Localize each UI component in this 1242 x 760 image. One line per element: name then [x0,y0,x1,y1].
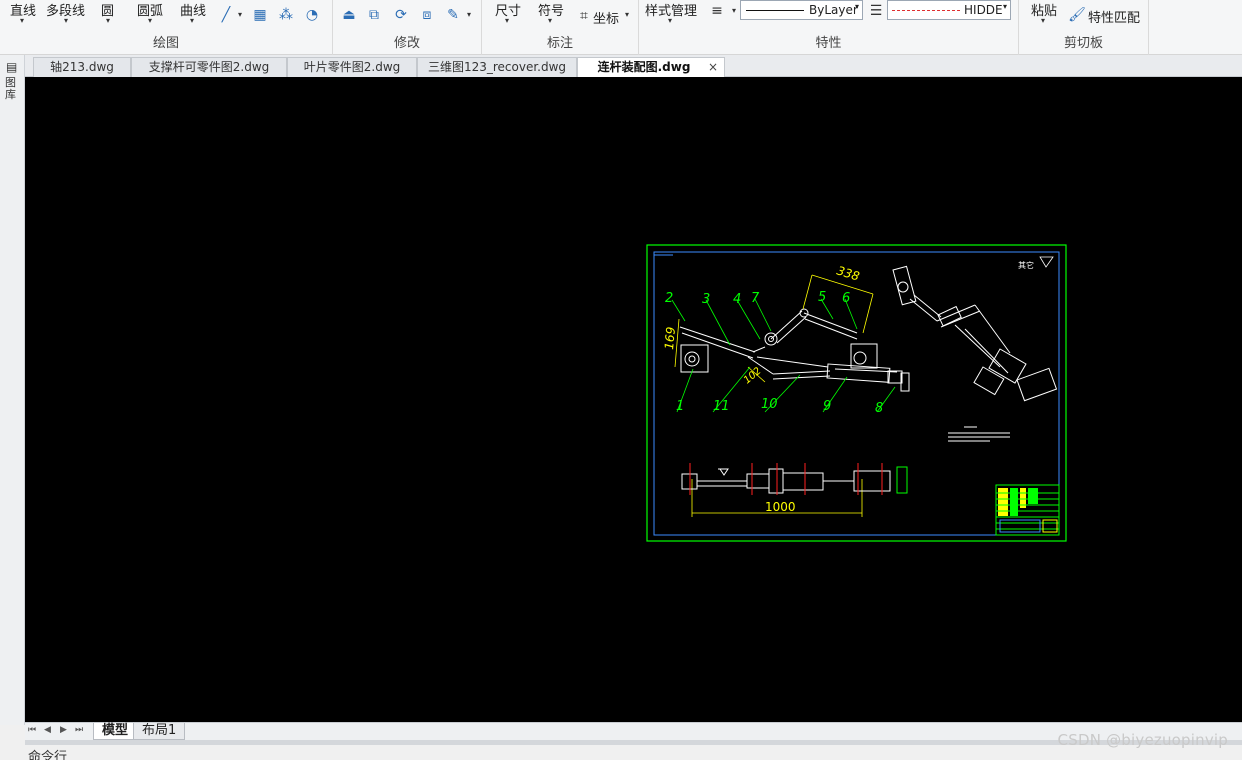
tab-linkage-assembly[interactable]: 连杆装配图.dwg × [577,57,725,78]
properties-panel-title: 特性 [815,36,842,51]
callout-2: 2 [665,291,673,306]
chevron-down-icon[interactable]: ▾ [20,16,24,25]
chevron-down-icon[interactable]: ▾ [190,16,194,25]
tab-3d-recover[interactable]: 三维图123_recover.dwg [417,57,577,77]
array-icon[interactable]: ⧈ [419,7,435,23]
dimension-1000: 1000 [765,500,796,514]
rotate-icon[interactable]: ⟳ [393,7,409,23]
tab-label: 三维图123_recover.dwg [427,60,567,74]
first-layout-icon[interactable]: ⏮ [28,725,36,735]
stretch-icon[interactable]: ⏏ [341,7,357,23]
drawing-canvas[interactable]: 其它 338 169 102 1000 2 3 4 7 5 6 1 11 10 … [25,77,1242,722]
tab-label: 叶片零件图2.dwg [303,60,401,74]
isometric-view [892,265,1058,402]
watermark: CSDN @biyezuopinvip [1057,731,1228,749]
chevron-down-icon[interactable]: ▾ [467,10,471,19]
roughness-symbol [1039,256,1054,268]
match-properties-button[interactable]: 特性匹配 [1088,7,1140,26]
callout-11: 11 [713,399,730,414]
chevron-down-icon[interactable]: ▾ [625,10,629,19]
boundary-icon[interactable]: ◔ [304,7,320,23]
callout-10: 10 [761,397,778,412]
chevron-down-icon[interactable]: ▾ [668,16,672,25]
dimension-338: 338 [835,263,861,283]
callout-4: 4 [733,292,741,307]
linkage-assembly-view [679,308,910,392]
draw-panel: 直线 ▾ 多段线 ▾ 圆 ▾ 圆弧 ▾ 曲线 ▾ ╱ ▾ ▦ ⁂ ◔ 绘图 [0,0,333,55]
technical-notes [948,426,1010,442]
next-layout-icon[interactable]: ▶ [60,725,67,735]
lineweight-select[interactable]: ByLayer ▾ [740,0,863,20]
last-layout-icon[interactable]: ⏭ [75,725,83,735]
lineweight-value: ByLayer [809,3,858,17]
chevron-down-icon[interactable]: ▾ [148,16,152,25]
callout-1: 1 [676,399,684,414]
callout-3: 3 [702,292,710,307]
chevron-down-icon[interactable]: ▾ [505,16,509,25]
modify-panel: ⏏ ⧉ ⟳ ⧈ ✎ ▾ 修改 [333,0,482,55]
library-side-strip[interactable]: ▤ 图库 [0,55,25,725]
chevron-down-icon[interactable]: ▾ [106,16,110,25]
hatch-icon[interactable]: ▦ [252,7,268,23]
close-tab-icon[interactable]: × [708,58,718,76]
title-block [995,484,1060,536]
tab-label: 连杆装配图.dwg [597,60,691,74]
copy-icon[interactable]: ⧉ [366,7,382,23]
chevron-down-icon[interactable]: ▾ [64,16,68,25]
clipboard-panel-title: 剪切板 [1063,36,1103,51]
callout-7: 7 [751,291,760,306]
edit-icon[interactable]: ✎ [445,7,461,23]
draw-panel-title: 绘图 [152,36,179,51]
properties-panel: 样式管理 ▾ ≡ ▾ ByLayer ▾ ☰ HIDDE ▾ 特性 [639,0,1019,55]
chevron-down-icon: ▾ [1002,2,1007,11]
library-icon[interactable]: ▤ [6,60,17,74]
tab-label: 轴213.dwg [50,60,114,74]
ribbon: 直线 ▾ 多段线 ▾ 圆 ▾ 圆弧 ▾ 曲线 ▾ ╱ ▾ ▦ ⁂ ◔ 绘图 ⏏ … [0,0,1242,55]
linetype-select[interactable]: HIDDE ▾ [887,0,1011,20]
tab-blade[interactable]: 叶片零件图2.dwg [287,57,417,77]
clipboard-panel: 粘贴 ▾ 🖌 特性匹配 剪切板 [1019,0,1149,55]
dimension-169: 169 [662,326,678,350]
callout-9: 9 [823,399,831,414]
corner-text: 其它 [1018,260,1034,270]
coordinate-icon[interactable]: ⌗ [576,8,592,24]
dimension-102: 102 [742,366,764,387]
cad-app-window: 直线 ▾ 多段线 ▾ 圆 ▾ 圆弧 ▾ 曲线 ▾ ╱ ▾ ▦ ⁂ ◔ 绘图 ⏏ … [0,0,1242,760]
linetype-icon[interactable]: ☰ [868,3,884,19]
part-callout-leaders [671,298,896,413]
annotate-panel-title: 标注 [546,36,573,51]
annotate-panel: 尺寸 ▾ 符号 ▾ ⌗ 坐标 ▾ 标注 [482,0,639,55]
tab-support-rod[interactable]: 支撑杆可零件图2.dwg [131,57,287,77]
linetype-value: HIDDE [964,3,1003,17]
construction-line-icon[interactable]: ╱ [218,7,234,23]
callout-5: 5 [818,290,826,305]
prev-layout-icon[interactable]: ◀ [44,725,51,735]
coordinate-button[interactable]: 坐标 [593,8,619,27]
drawing-svg: 其它 338 169 102 1000 2 3 4 7 5 6 1 11 10 … [646,244,1067,542]
document-tab-bar: 轴213.dwg 支撑杆可零件图2.dwg 叶片零件图2.dwg 三维图123_… [25,55,1242,78]
chevron-down-icon[interactable]: ▾ [238,10,242,19]
chevron-down-icon[interactable]: ▾ [1041,16,1045,25]
tab-label: 支撑杆可零件图2.dwg [148,60,270,74]
region-icon[interactable]: ⁂ [278,7,294,23]
bottom-view-green-part [896,466,908,494]
match-properties-icon[interactable]: 🖌 [1068,7,1086,23]
modify-panel-title: 修改 [393,36,420,51]
library-label[interactable]: 图库 [5,77,19,101]
chevron-down-icon[interactable]: ▾ [732,6,736,15]
command-line-label[interactable]: 命令行 [28,746,67,760]
chevron-down-icon: ▾ [854,2,859,11]
tab-model[interactable]: 模型 [93,723,138,740]
tab-layout1[interactable]: 布局1 [133,723,186,740]
callout-8: 8 [875,401,883,416]
bottom-section-view [681,468,891,494]
list-icon[interactable]: ≡ [709,3,725,19]
dashed-line-sample [892,10,960,11]
line-sample [746,10,804,11]
tab-shaft213[interactable]: 轴213.dwg [33,57,131,77]
callout-6: 6 [842,291,850,306]
chevron-down-icon[interactable]: ▾ [548,16,552,25]
